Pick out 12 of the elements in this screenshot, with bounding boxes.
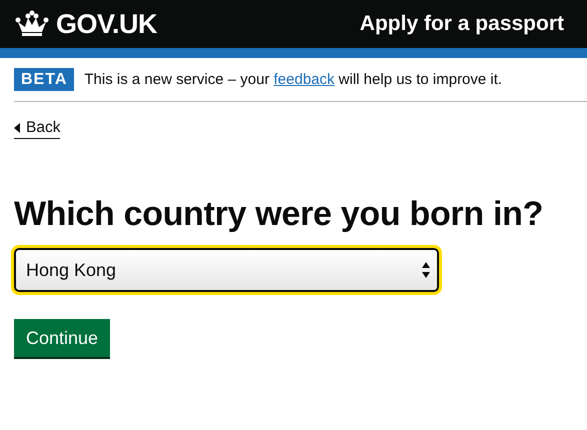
feedback-link[interactable]: feedback (274, 71, 335, 88)
beta-tag: BETA (14, 68, 74, 91)
back-arrow-icon (14, 123, 20, 133)
service-name[interactable]: Apply for a passport (360, 12, 564, 36)
back-link[interactable]: Back (14, 119, 60, 139)
phase-banner-message: This is a new service – your feedback will help us to improve it. (84, 71, 502, 88)
country-select[interactable]: Hong Kong (14, 248, 439, 292)
continue-button[interactable]: Continue (14, 319, 110, 357)
question-heading: Which country were you born in? (14, 195, 544, 234)
select-arrows-icon (421, 261, 431, 279)
crown-icon (14, 10, 50, 38)
logo-text[interactable]: GOV.UK (56, 8, 158, 40)
